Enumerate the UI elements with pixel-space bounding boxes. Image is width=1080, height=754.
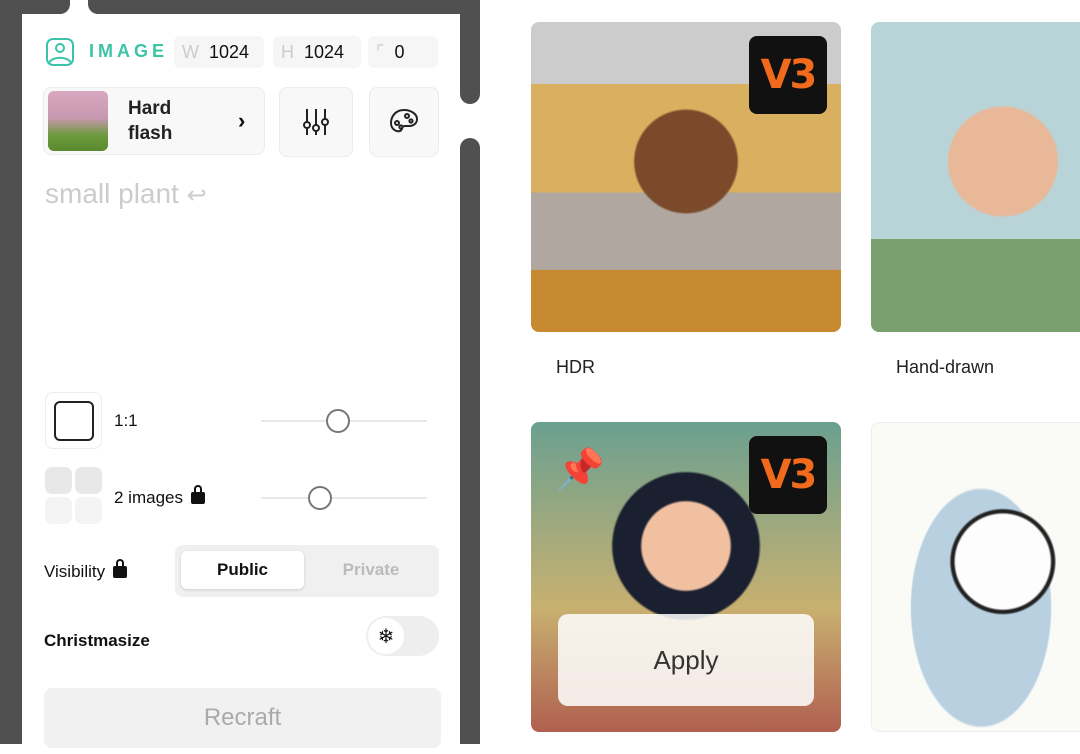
style-card-line-art[interactable]: [871, 422, 1080, 732]
prompt-input[interactable]: small plant ↩: [45, 178, 207, 210]
pin-icon[interactable]: 📌: [555, 446, 605, 493]
style-card-hand-drawn[interactable]: [871, 22, 1080, 332]
enter-icon: ↩: [186, 182, 207, 209]
private-option[interactable]: Private: [307, 551, 435, 589]
frame-top: [88, 0, 480, 14]
aspect-slider[interactable]: [261, 409, 427, 433]
v3-badge: V3: [749, 436, 827, 514]
aspect-label: 1:1: [114, 411, 138, 430]
lock-icon: [113, 559, 128, 578]
palette-button[interactable]: [369, 87, 439, 157]
palette-icon: [389, 108, 419, 133]
christmasize-toggle[interactable]: ❄: [366, 616, 439, 656]
recraft-button[interactable]: Recraft: [44, 688, 441, 748]
height-key: H: [281, 41, 294, 62]
v3-badge: V3: [749, 36, 827, 114]
style-name-2: flash: [128, 123, 173, 144]
style-name: Hard flash: [128, 96, 238, 146]
frame-left: [0, 0, 22, 744]
prompt-placeholder: small plant: [45, 178, 179, 209]
lock-icon: [190, 485, 205, 504]
public-option[interactable]: Public: [181, 551, 304, 589]
sliders-icon: [303, 109, 329, 135]
width-value: 1024: [209, 41, 250, 62]
apply-button[interactable]: Apply: [558, 614, 814, 706]
style-selector[interactable]: Hard flash ›: [43, 87, 265, 155]
count-slider-knob[interactable]: [308, 486, 332, 510]
style-card-hdr[interactable]: V3: [531, 22, 841, 332]
image-count-icon[interactable]: [45, 467, 102, 524]
visibility-text: Visibility: [44, 562, 106, 581]
count-text: 2 images: [114, 488, 183, 507]
height-value: 1024: [304, 41, 345, 62]
aspect-icon: [53, 400, 94, 441]
style-card-label: HDR: [556, 357, 595, 377]
corner-field[interactable]: ⌜ 0: [368, 36, 438, 68]
visibility-label: Visibility: [44, 559, 128, 582]
style-name-1: Hard: [128, 98, 172, 119]
frame-right: [460, 138, 480, 744]
aspect-slider-knob[interactable]: [326, 409, 350, 433]
chevron-right-icon: ›: [238, 108, 246, 133]
adjustments-button[interactable]: [279, 87, 353, 157]
width-field[interactable]: W 1024: [174, 36, 264, 68]
image-icon: [46, 38, 74, 66]
aspect-ratio-button[interactable]: [45, 392, 102, 449]
width-key: W: [182, 41, 199, 62]
visibility-toggle: Public Private: [175, 545, 439, 597]
frame-top-left: [0, 0, 70, 14]
count-label: 2 images: [114, 485, 205, 508]
corner-icon: ⌜: [376, 41, 385, 62]
count-slider[interactable]: [261, 486, 427, 510]
corner-value: 0: [394, 41, 405, 62]
mode-label: IMAGE: [89, 41, 169, 61]
style-thumbnail: [48, 91, 108, 151]
frame-right-top: [460, 0, 480, 104]
snowflake-icon: ❄: [368, 618, 404, 654]
height-field[interactable]: H 1024: [273, 36, 361, 68]
style-card-label: Hand-drawn: [896, 357, 995, 377]
style-card-illustration[interactable]: 📌 V3 Apply: [531, 422, 841, 732]
christmasize-label: Christmasize: [44, 631, 150, 650]
